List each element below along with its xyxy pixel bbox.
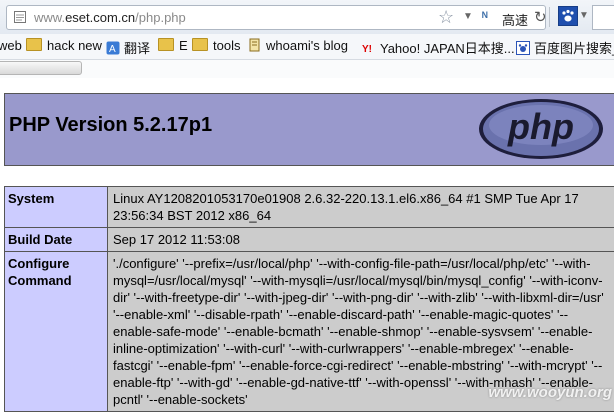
translate-icon: A <box>106 41 120 55</box>
svg-text:A: A <box>109 44 116 55</box>
folder-icon <box>192 38 208 51</box>
bookmark-page-icon <box>248 38 262 52</box>
bookmark-tools[interactable]: tools <box>192 38 240 53</box>
info-key: Build Date <box>5 228 108 252</box>
watermark: www.wooyun.org <box>488 384 612 401</box>
bookmark-label: 翻译 <box>124 41 150 56</box>
url-host: eset.com.cn <box>65 10 135 25</box>
php-version-title: PHP Version 5.2.17p1 <box>9 114 212 137</box>
browser-toolbar: www.eset.com.cn/php.php ☆ ▼ ᴺ 高速 ↻ ▼ <box>0 0 614 35</box>
yahoo-icon: Y! <box>362 41 376 55</box>
search-engine-chevron-icon[interactable]: ▼ <box>579 10 589 21</box>
svg-text:Y!: Y! <box>362 44 372 55</box>
horizontal-scrollbar-thumb[interactable] <box>0 61 82 75</box>
table-row: Build Date Sep 17 2012 11:53:08 <box>5 228 614 252</box>
bookmark-label: whoami's blog <box>266 38 348 53</box>
bookmark-whoami-blog[interactable]: whoami's blog <box>248 38 348 53</box>
bookmark-label: web <box>0 38 22 53</box>
address-bar[interactable]: www.eset.com.cn/php.php ☆ ▼ ᴺ 高速 ↻ <box>6 5 546 30</box>
bookmark-label: E <box>179 38 188 53</box>
bookmark-label: tools <box>213 38 240 53</box>
url-path: /php.php <box>135 10 186 25</box>
info-value: Linux AY1208201053170e01908 2.6.32-220.1… <box>108 187 614 228</box>
page-content: PHP Version 5.2.17p1 php System Linux AY… <box>0 78 614 401</box>
folder-icon <box>158 38 174 51</box>
bookmark-web[interactable]: web <box>0 38 22 53</box>
toolbar-divider <box>549 7 550 27</box>
chevron-down-icon[interactable]: ▼ <box>463 11 473 22</box>
info-key: System <box>5 187 108 228</box>
php-logo-text: php <box>507 106 574 147</box>
bookmark-yahoo-japan[interactable]: Y! Yahoo! JAPAN日本搜... <box>362 38 515 57</box>
bookmark-translate[interactable]: A 翻译 <box>106 38 150 57</box>
url-prefix: www. <box>34 10 65 25</box>
php-logo-icon: php <box>477 97 605 161</box>
bookmark-label: Yahoo! JAPAN日本搜... <box>380 41 515 56</box>
folder-icon <box>26 38 42 51</box>
bookmark-hack-new[interactable]: hack new <box>26 38 102 53</box>
bookmarks-bar: web hack new A 翻译 E tools whoami's blog Y… <box>0 34 614 60</box>
search-input[interactable] <box>592 5 614 30</box>
php-info-table: System Linux AY1208201053170e01908 2.6.3… <box>4 186 614 412</box>
url-text[interactable]: www.eset.com.cn/php.php <box>34 10 186 25</box>
star-icon[interactable]: ☆ <box>438 7 454 28</box>
bookmark-label: 百度图片搜索_ <box>534 41 614 56</box>
info-value: Sep 17 2012 11:53:08 <box>108 228 614 252</box>
page-icon <box>14 11 26 23</box>
horizontal-scroll-area <box>0 60 614 78</box>
speed-mode-label[interactable]: 高速 <box>502 10 528 29</box>
search-engine-icon[interactable] <box>558 6 578 26</box>
paw-icon <box>559 7 577 25</box>
speed-mode-icon[interactable]: ᴺ <box>482 9 488 24</box>
bookmark-label: hack new <box>47 38 102 53</box>
bookmark-baidu-images[interactable]: 百度图片搜索_ <box>516 38 614 57</box>
bookmark-e[interactable]: E <box>158 38 188 53</box>
info-key: Configure Command <box>5 252 108 412</box>
baidu-icon <box>516 41 530 55</box>
refresh-icon[interactable]: ↻ <box>534 8 547 26</box>
table-row: System Linux AY1208201053170e01908 2.6.3… <box>5 187 614 228</box>
php-header: PHP Version 5.2.17p1 php <box>4 93 614 166</box>
